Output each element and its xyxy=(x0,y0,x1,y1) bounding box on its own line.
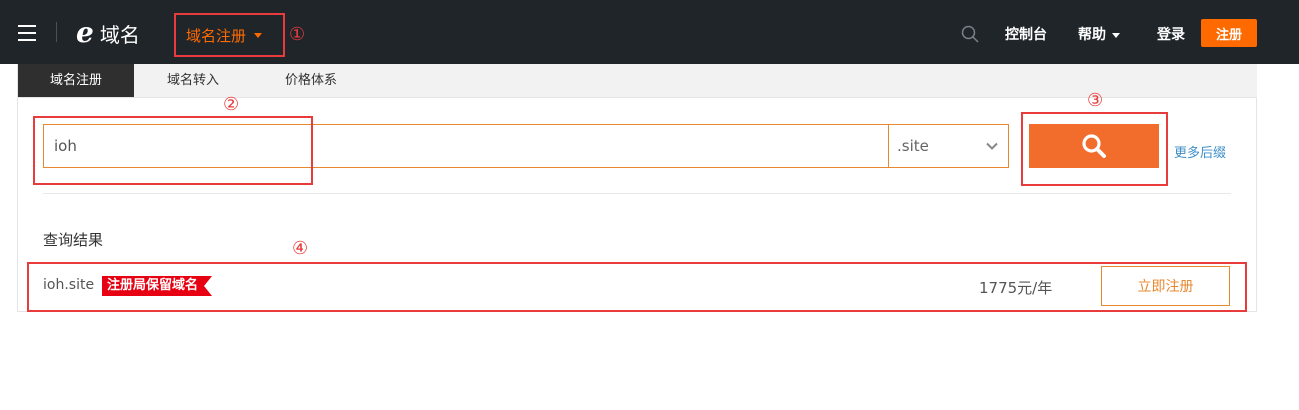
reserved-domain-badge: 注册局保留域名 xyxy=(102,276,212,296)
search-button[interactable] xyxy=(1029,124,1159,168)
nav-domain-label: 域名注册 xyxy=(186,26,247,45)
caret-down-icon xyxy=(254,32,263,38)
results-title: 查询结果 xyxy=(43,231,104,249)
chevron-down-icon xyxy=(986,142,998,150)
search-icon xyxy=(1082,134,1106,158)
menu-icon[interactable] xyxy=(18,25,36,41)
tab-bar: 域名注册 域名转入 价格体系 xyxy=(18,64,1257,98)
caret-down-icon xyxy=(1112,32,1120,38)
result-domain: ioh.site xyxy=(43,277,95,293)
annotation-number-2: ② xyxy=(223,94,240,115)
tab-domain-transfer[interactable]: 域名转入 xyxy=(148,64,238,97)
tab-pricing[interactable]: 价格体系 xyxy=(266,64,356,97)
search-icon[interactable] xyxy=(961,25,979,43)
divider xyxy=(43,193,1231,194)
tab-domain-registration[interactable]: 域名注册 xyxy=(18,64,134,97)
logo-mark: e xyxy=(76,16,94,49)
login-link[interactable]: 登录 xyxy=(1157,24,1185,44)
divider xyxy=(56,22,57,42)
result-price: 1775元/年 xyxy=(979,279,1053,297)
nav-domain-registration-dropdown[interactable]: 域名注册 xyxy=(176,14,284,56)
more-suffix-link[interactable]: 更多后缀 xyxy=(1174,142,1226,161)
logo[interactable]: e 域名 xyxy=(76,18,140,48)
console-link[interactable]: 控制台 xyxy=(1005,24,1047,44)
annotation-number-3: ③ xyxy=(1087,90,1104,111)
top-navigation-bar: e 域名 域名注册 控制台 帮助 登录 注册 xyxy=(0,0,1299,64)
domain-search-input[interactable] xyxy=(43,124,889,168)
suffix-select[interactable]: .site xyxy=(888,124,1009,168)
annotation-number-4: ④ xyxy=(292,238,309,259)
annotation-number-1: ① xyxy=(289,24,306,45)
help-menu[interactable]: 帮助 xyxy=(1078,24,1120,44)
suffix-value: .site xyxy=(897,137,929,155)
domain-search-panel: 域名注册 域名转入 价格体系 xyxy=(17,64,1257,312)
help-label: 帮助 xyxy=(1078,27,1106,43)
register-now-button[interactable]: 立即注册 xyxy=(1101,266,1230,306)
register-button[interactable]: 注册 xyxy=(1201,19,1257,47)
logo-text: 域名 xyxy=(99,22,140,47)
